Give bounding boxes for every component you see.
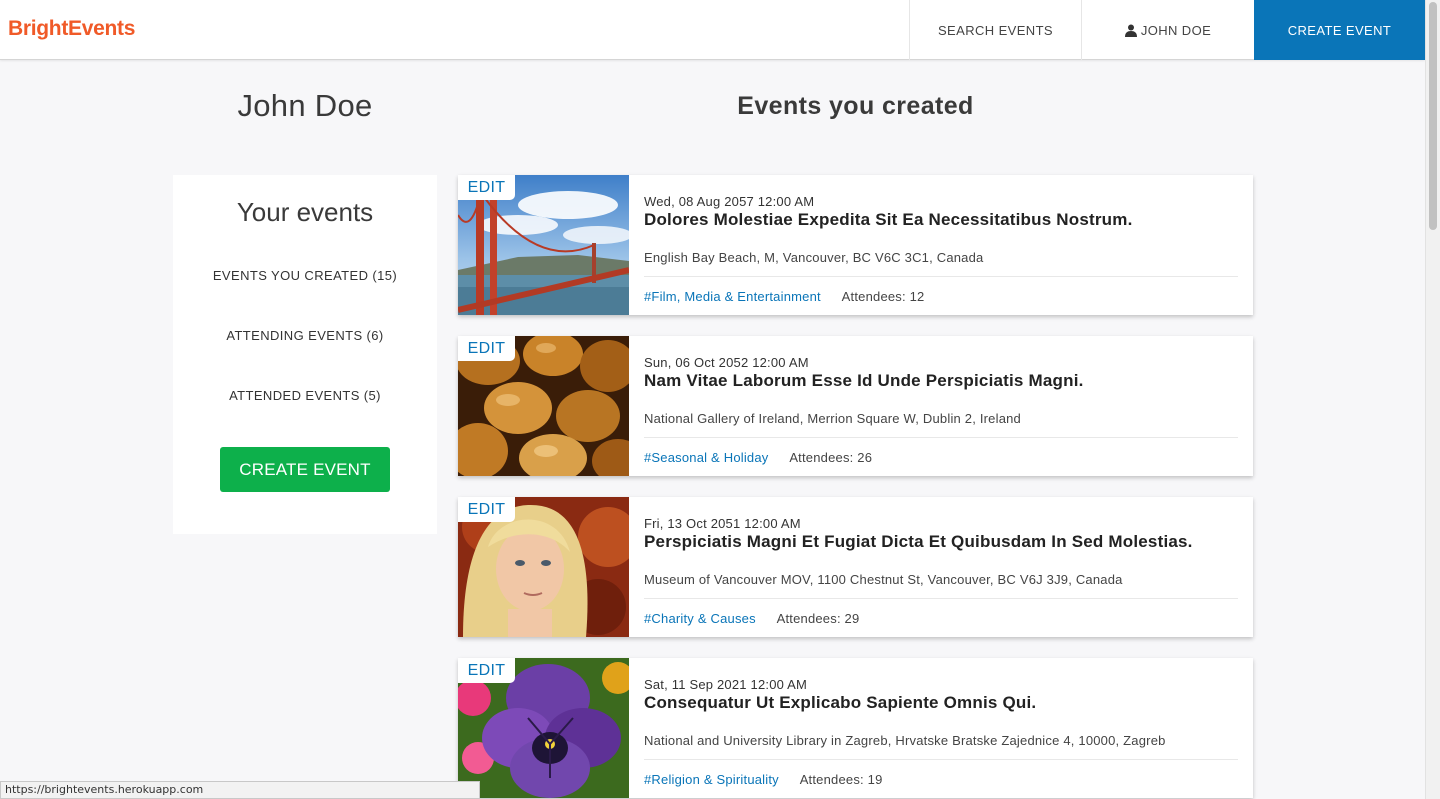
event-title[interactable]: Perspiciatis Magni Et Fugiat Dicta Et Qu… — [644, 532, 1193, 552]
sidebar-link-events-created[interactable]: EVENTS YOU CREATED (15) — [173, 268, 437, 283]
edit-event-button[interactable]: EDIT — [458, 175, 515, 200]
event-divider — [644, 598, 1238, 599]
nav-search-label: SEARCH EVENTS — [937, 22, 1053, 38]
event-card[interactable]: EDIT Fri, 13 Oct 2051 12:00 AM Perspicia… — [458, 497, 1253, 637]
event-date: Sat, 11 Sep 2021 12:00 AM — [644, 677, 808, 692]
profile-name: John Doe — [237, 88, 373, 123]
page-scrollbar[interactable] — [1425, 0, 1440, 799]
event-attendees: Attendees: 29 — [776, 611, 860, 626]
event-divider — [644, 437, 1238, 438]
event-category-link[interactable]: #Film, Media & Entertainment — [644, 289, 821, 304]
sidebar-link-attending-events[interactable]: ATTENDING EVENTS (6) — [173, 328, 437, 343]
brand-logo[interactable]: BrightEvents — [8, 17, 135, 41]
nav-user-menu[interactable]: JOHN DOE — [1081, 0, 1254, 60]
user-icon — [1124, 24, 1137, 37]
event-date: Sun, 06 Oct 2052 12:00 AM — [644, 355, 809, 370]
event-date: Fri, 13 Oct 2051 12:00 AM — [644, 516, 801, 531]
event-divider — [644, 276, 1238, 277]
event-location: English Bay Beach, M, Vancouver, BC V6C … — [644, 250, 984, 265]
sidebar-title: Your events — [236, 197, 374, 227]
nav-create-label: CREATE EVENT — [1287, 22, 1392, 38]
event-title[interactable]: Dolores Molestiae Expedita Sit Ea Necess… — [644, 210, 1133, 230]
event-attendees: Attendees: 19 — [799, 772, 883, 787]
event-category-link[interactable]: #Seasonal & Holiday — [644, 450, 769, 465]
edit-event-button[interactable]: EDIT — [458, 336, 515, 361]
event-card[interactable]: EDIT Wed, 08 Aug 2057 12:00 AM Dolores M… — [458, 175, 1253, 315]
your-events-sidebar: Your events EVENTS YOU CREATED (15) ATTE… — [173, 175, 437, 534]
event-card[interactable]: EDIT Sun, 06 Oct 2052 12:00 AM Nam Vitae… — [458, 336, 1253, 476]
nav-search-events[interactable]: SEARCH EVENTS — [909, 0, 1081, 60]
event-category-link[interactable]: #Charity & Causes — [644, 611, 756, 626]
event-footer: #Film, Media & Entertainment Attendees: … — [644, 289, 924, 304]
edit-event-button[interactable]: EDIT — [458, 658, 515, 683]
nav-user-label: JOHN DOE — [1140, 22, 1212, 38]
browser-status-bar: https://brightevents.herokuapp.com — [0, 781, 480, 799]
sidebar-create-event-button[interactable]: CREATE EVENT — [220, 447, 390, 492]
event-divider — [644, 759, 1238, 760]
event-title[interactable]: Nam Vitae Laborum Esse Id Unde Perspicia… — [644, 371, 1084, 391]
event-card[interactable]: EDIT Sat, 11 Sep 2021 12:00 AM Consequat… — [458, 658, 1253, 798]
event-location: National Gallery of Ireland, Merrion Squ… — [644, 411, 1021, 426]
event-location: Museum of Vancouver MOV, 1100 Chestnut S… — [644, 572, 1123, 587]
event-attendees: Attendees: 26 — [789, 450, 873, 465]
event-attendees: Attendees: 12 — [841, 289, 925, 304]
event-title[interactable]: Consequatur Ut Explicabo Sapiente Omnis … — [644, 693, 1036, 713]
sidebar-link-attended-events[interactable]: ATTENDED EVENTS (5) — [173, 388, 437, 403]
event-footer: #Religion & Spirituality Attendees: 19 — [644, 772, 883, 787]
event-date: Wed, 08 Aug 2057 12:00 AM — [644, 194, 815, 209]
scrollbar-thumb[interactable] — [1429, 2, 1437, 230]
event-category-link[interactable]: #Religion & Spirituality — [644, 772, 779, 787]
nav-create-event-button[interactable]: CREATE EVENT — [1254, 0, 1425, 60]
event-location: National and University Library in Zagre… — [644, 733, 1166, 748]
section-title: Events you created — [737, 92, 974, 120]
event-footer: #Seasonal & Holiday Attendees: 26 — [644, 450, 872, 465]
event-footer: #Charity & Causes Attendees: 29 — [644, 611, 859, 626]
edit-event-button[interactable]: EDIT — [458, 497, 515, 522]
navbar: BrightEvents SEARCH EVENTS JOHN DOE CREA… — [0, 0, 1425, 60]
